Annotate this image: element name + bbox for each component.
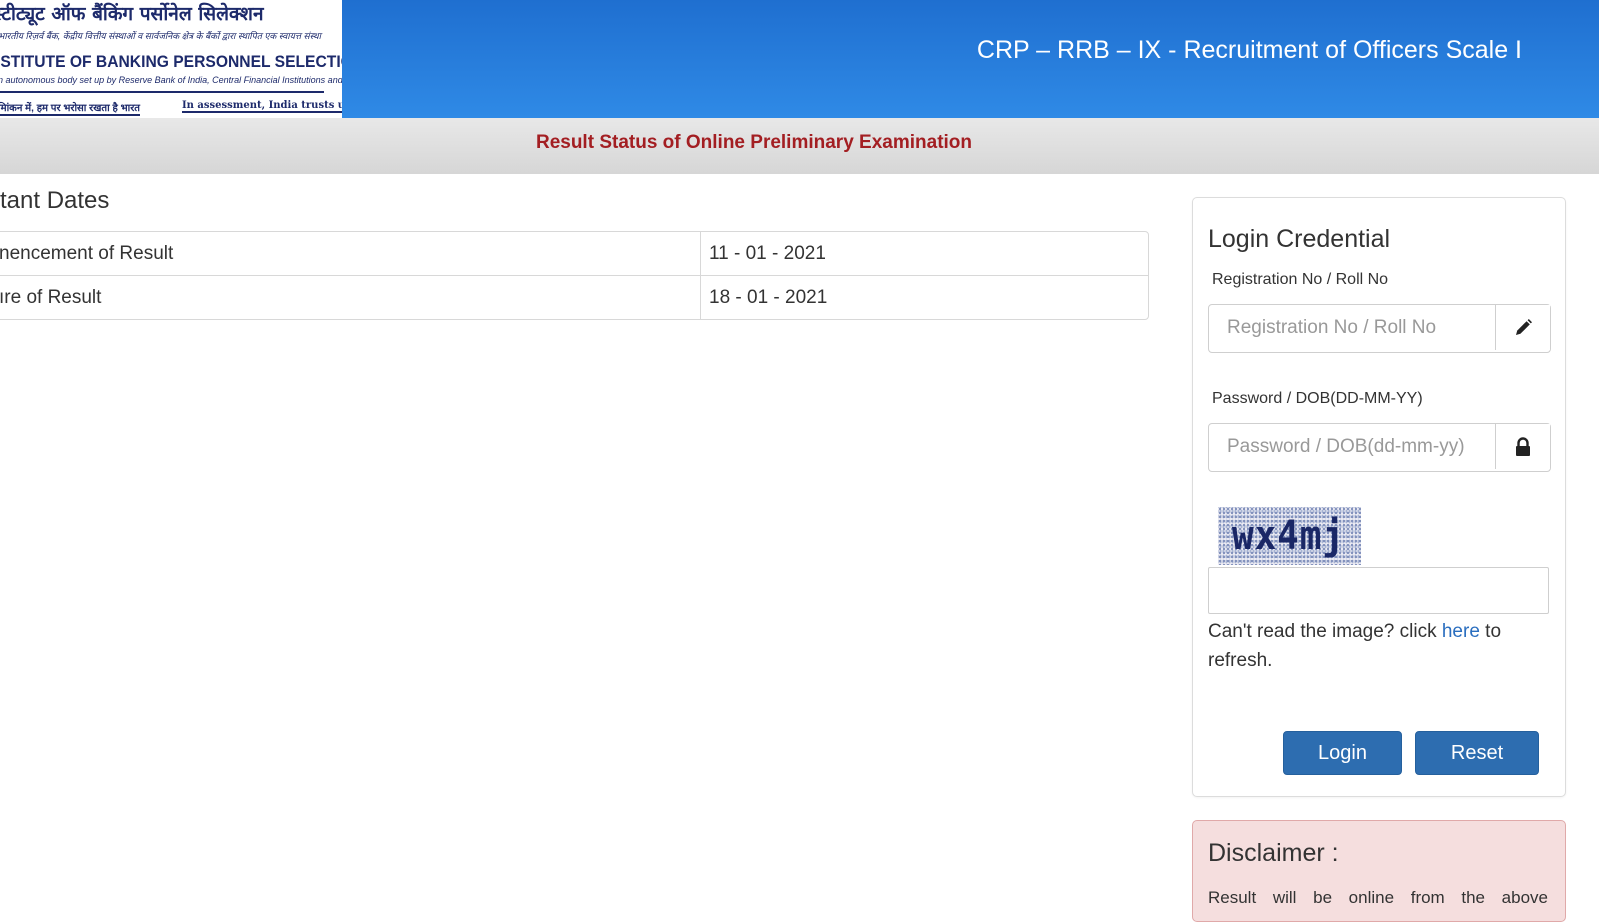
logo-tagline-hindi: मिांकन में, हम पर भरोसा रखता है भारत [0,100,140,116]
registration-input[interactable] [1209,305,1492,350]
captcha-image: wx4mj [1218,507,1361,565]
disclaimer-panel: Disclaimer : Result will be online from … [1192,820,1566,922]
disclaimer-text: Result will be online from the above [1208,888,1548,907]
date-label: ıre of Result [0,276,701,319]
date-label: nencement of Result [0,232,701,276]
table-row: ıre of Result 18 - 01 - 2021 [0,276,1148,319]
page-header-title: CRP – RRB – IX - Recruitment of Officers… [976,36,1522,64]
logo-divider [0,91,324,93]
date-value: 18 - 01 - 2021 [709,286,828,308]
password-input-group [1208,423,1551,472]
captcha-text: wx4mj [1232,513,1345,559]
pencil-icon [1495,305,1550,350]
table-row: nencement of Result 11 - 01 - 2021 [0,232,1148,276]
captcha-refresh-link[interactable]: here [1442,621,1480,642]
logo-english-subtitle: n autonomous body set up by Reserve Bank… [0,75,342,85]
lock-icon [1495,424,1550,469]
reset-button[interactable]: Reset [1415,731,1539,775]
login-panel: Login Credential Registration No / Roll … [1192,197,1566,797]
refresh-prefix: Can't read the image? click [1208,621,1442,642]
site-header: स्टीट्यूट ऑफ बैंकिंग पर्सोनेल सिलेक्शन भ… [0,0,1599,118]
captcha-input[interactable] [1208,567,1549,614]
result-status-title: Result Status of Online Preliminary Exam… [535,132,973,153]
logo-hindi-title: स्टीट्यूट ऑफ बैंकिंग पर्सोनेल सिलेक्शन [0,3,264,25]
ibps-logo: स्टीट्यूट ऑफ बैंकिंग पर्सोनेल सिलेक्शन भ… [0,0,342,118]
captcha-refresh-text: Can't read the image? click here to refr… [1208,617,1548,675]
registration-input-group [1208,304,1551,353]
sub-header-bar: Result Status of Online Preliminary Exam… [0,118,1599,174]
logo-tagline-english: In assessment, India trusts us [182,100,342,113]
logo-english-title: ISTITUTE OF BANKING PERSONNEL SELECTION [0,52,342,71]
registration-label: Registration No / Roll No [1212,271,1389,288]
login-button[interactable]: Login [1283,731,1402,775]
password-label: Password / DOB(DD-MM-YY) [1212,390,1423,407]
login-title: Login Credential [1208,225,1391,253]
password-input[interactable] [1209,424,1492,469]
disclaimer-title: Disclaimer : [1208,839,1339,867]
date-value: 11 - 01 - 2021 [701,232,1148,276]
logo-hindi-subtitle: भारतीय रिज़र्व बैंक, केंद्रीय वित्तीय सं… [0,31,322,41]
important-dates-table: nencement of Result 11 - 01 - 2021 ıre o… [0,231,1149,320]
important-dates-heading: rtant Dates [0,187,110,214]
